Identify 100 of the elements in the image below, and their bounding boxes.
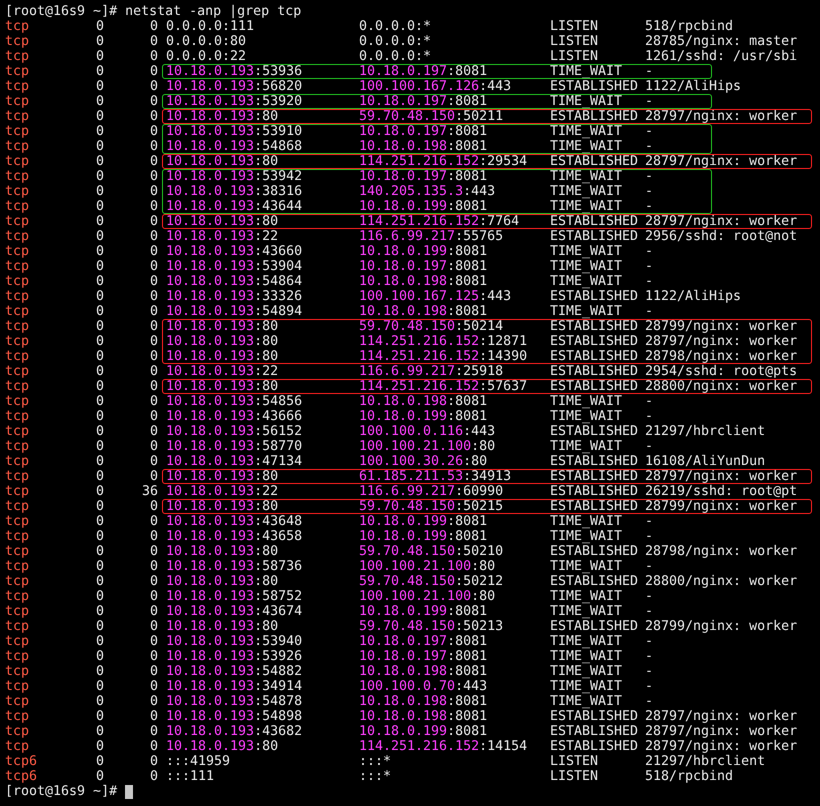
local-address-cell: 10.18.0.193:58770 xyxy=(166,439,302,454)
local-address-cell: 10.18.0.193:53926 xyxy=(166,649,302,664)
program-cell: - xyxy=(645,244,654,259)
local-address-cell: 10.18.0.193:34914 xyxy=(166,679,302,694)
recv-queue-cell: 0 xyxy=(96,619,104,634)
foreign-address-cell: 10.18.0.199:8081 xyxy=(359,514,488,529)
state-cell: ESTABLISHED xyxy=(550,334,638,349)
send-queue-cell: 36 xyxy=(142,484,158,499)
proto-cell: tcp xyxy=(5,529,30,544)
send-queue-cell: 0 xyxy=(150,124,158,139)
recv-queue-cell: 0 xyxy=(96,154,104,169)
state-cell: TIME_WAIT xyxy=(550,649,622,664)
recv-queue-cell: 0 xyxy=(96,349,104,364)
recv-queue-cell: 0 xyxy=(96,139,104,154)
foreign-address-cell: 114.251.216.152:29534 xyxy=(359,154,528,169)
recv-queue-cell: 0 xyxy=(96,499,104,514)
local-address-cell: 10.18.0.193:47134 xyxy=(166,454,302,469)
foreign-address-cell: 100.100.167.125:443 xyxy=(359,289,512,304)
send-queue-cell: 0 xyxy=(150,244,158,259)
local-address-cell: 10.18.0.193:80 xyxy=(166,499,278,514)
foreign-address-cell: 59.70.48.150:50212 xyxy=(359,574,504,589)
state-cell: ESTABLISHED xyxy=(550,214,638,229)
state-cell: ESTABLISHED xyxy=(550,79,638,94)
program-cell: 28797/nginx: worker xyxy=(645,154,798,169)
program-cell: 28798/nginx: worker xyxy=(645,544,798,559)
recv-queue-cell: 0 xyxy=(96,319,104,334)
local-address-cell: 0.0.0.0:80 xyxy=(166,34,246,49)
state-cell: ESTABLISHED xyxy=(550,739,638,754)
proto-cell: tcp xyxy=(5,259,30,274)
local-address-cell: 10.18.0.193:53936 xyxy=(166,64,302,79)
program-cell: 28797/nginx: worker xyxy=(645,739,798,754)
foreign-address-cell: 100.100.21.100:80 xyxy=(359,589,496,604)
send-queue-cell: 0 xyxy=(150,304,158,319)
send-queue-cell: 0 xyxy=(150,739,158,754)
proto-cell: tcp xyxy=(5,724,30,739)
proto-cell: tcp xyxy=(5,334,30,349)
state-cell: ESTABLISHED xyxy=(550,469,638,484)
local-address-cell: 10.18.0.193:80 xyxy=(166,739,278,754)
foreign-address-cell: 59.70.48.150:50215 xyxy=(359,499,504,514)
local-address-cell: 10.18.0.193:53904 xyxy=(166,259,302,274)
recv-queue-cell: 0 xyxy=(96,394,104,409)
local-address-cell: 0.0.0.0:22 xyxy=(166,49,246,64)
proto-cell: tcp xyxy=(5,484,30,499)
recv-queue-cell: 0 xyxy=(96,244,104,259)
state-cell: TIME_WAIT xyxy=(550,244,622,259)
state-cell: TIME_WAIT xyxy=(550,124,622,139)
send-queue-cell: 0 xyxy=(150,34,158,49)
foreign-address-cell: 10.18.0.198:8081 xyxy=(359,709,488,724)
send-queue-cell: 0 xyxy=(150,19,158,34)
send-queue-cell: 0 xyxy=(150,319,158,334)
foreign-address-cell: 0.0.0.0:* xyxy=(359,49,432,64)
proto-cell: tcp6 xyxy=(5,754,38,769)
foreign-address-cell: 10.18.0.197:8081 xyxy=(359,64,488,79)
foreign-address-cell: 10.18.0.198:8081 xyxy=(359,694,488,709)
recv-queue-cell: 0 xyxy=(96,409,104,424)
recv-queue-cell: 0 xyxy=(96,604,104,619)
local-address-cell: 10.18.0.193:53910 xyxy=(166,124,302,139)
program-cell: 28798/nginx: worker xyxy=(645,349,798,364)
send-queue-cell: 0 xyxy=(150,619,158,634)
send-queue-cell: 0 xyxy=(150,64,158,79)
foreign-address-cell: 59.70.48.150:50213 xyxy=(359,619,504,634)
proto-cell: tcp xyxy=(5,124,30,139)
program-cell: 28799/nginx: worker xyxy=(645,619,798,634)
proto-cell: tcp xyxy=(5,634,30,649)
program-cell: 28797/nginx: worker xyxy=(645,724,798,739)
state-cell: TIME_WAIT xyxy=(550,169,622,184)
proto-cell: tcp xyxy=(5,604,30,619)
proto-cell: tcp xyxy=(5,589,30,604)
state-cell: TIME_WAIT xyxy=(550,274,622,289)
program-cell: - xyxy=(645,124,654,139)
state-cell: LISTEN xyxy=(550,19,598,34)
send-queue-cell: 0 xyxy=(150,634,158,649)
foreign-address-cell: 59.70.48.150:50211 xyxy=(359,109,504,124)
local-address-cell: 10.18.0.193:58752 xyxy=(166,589,302,604)
state-cell: TIME_WAIT xyxy=(550,94,622,109)
state-cell: ESTABLISHED xyxy=(550,379,638,394)
recv-queue-cell: 0 xyxy=(96,214,104,229)
recv-queue-cell: 0 xyxy=(96,664,104,679)
local-address-cell: 10.18.0.193:56152 xyxy=(166,424,302,439)
state-cell: TIME_WAIT xyxy=(550,394,622,409)
proto-cell: tcp xyxy=(5,499,30,514)
proto-cell: tcp xyxy=(5,19,30,34)
send-queue-cell: 0 xyxy=(150,334,158,349)
proto-cell: tcp xyxy=(5,229,30,244)
recv-queue-cell: 0 xyxy=(96,109,104,124)
state-cell: TIME_WAIT xyxy=(550,679,622,694)
proto-cell: tcp xyxy=(5,289,30,304)
send-queue-cell: 0 xyxy=(150,214,158,229)
program-cell: - xyxy=(645,409,654,424)
send-queue-cell: 0 xyxy=(150,544,158,559)
state-cell: TIME_WAIT xyxy=(550,439,622,454)
proto-cell: tcp xyxy=(5,109,30,124)
send-queue-cell: 0 xyxy=(150,94,158,109)
local-address-cell: 10.18.0.193:54878 xyxy=(166,694,302,709)
local-address-cell: 10.18.0.193:43660 xyxy=(166,244,302,259)
program-cell: - xyxy=(645,439,654,454)
send-queue-cell: 0 xyxy=(150,724,158,739)
state-cell: TIME_WAIT xyxy=(550,559,622,574)
program-cell: 28800/nginx: worker xyxy=(645,379,798,394)
local-address-cell: 10.18.0.193:56820 xyxy=(166,79,302,94)
